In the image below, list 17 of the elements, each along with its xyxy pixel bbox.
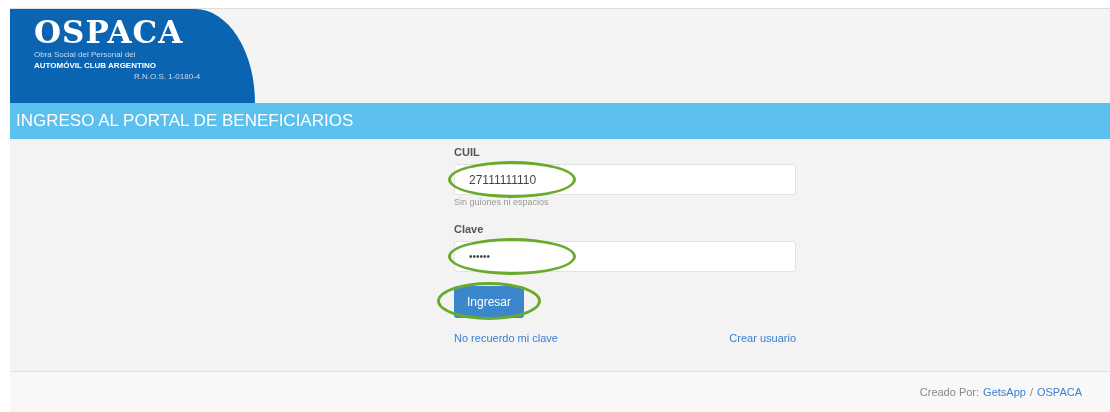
logo-subtitle: Obra Social del Personal del bbox=[34, 49, 136, 60]
logo-registry: R.N.O.S. 1-0180-4 bbox=[134, 72, 201, 82]
logo-name: OSPACA bbox=[34, 15, 184, 49]
footer-separator: / bbox=[1029, 386, 1033, 398]
logo-club: AUTOMÓVIL CLUB ARGENTINO bbox=[34, 60, 157, 72]
help-text: Sin guiones ni espacios bbox=[454, 197, 549, 207]
input-field[interactable]: 27111111110 bbox=[454, 164, 796, 195]
footer-text: Creado Por: bbox=[919, 386, 980, 398]
banner-title: INGRESO AL PORTAL DE BENEFICIARIOS bbox=[16, 111, 354, 131]
field-label: Clave bbox=[454, 223, 484, 235]
link[interactable]: Crear usuario bbox=[729, 332, 796, 344]
footer-link[interactable]: OSPACA bbox=[1036, 386, 1082, 398]
password-field[interactable]: •••••• bbox=[454, 241, 796, 272]
submit-button[interactable]: Ingresar bbox=[454, 286, 525, 318]
field-label: CUIL bbox=[454, 146, 480, 158]
footer-link[interactable]: GetsApp bbox=[983, 386, 1026, 398]
link[interactable]: No recuerdo mi clave bbox=[454, 332, 558, 344]
